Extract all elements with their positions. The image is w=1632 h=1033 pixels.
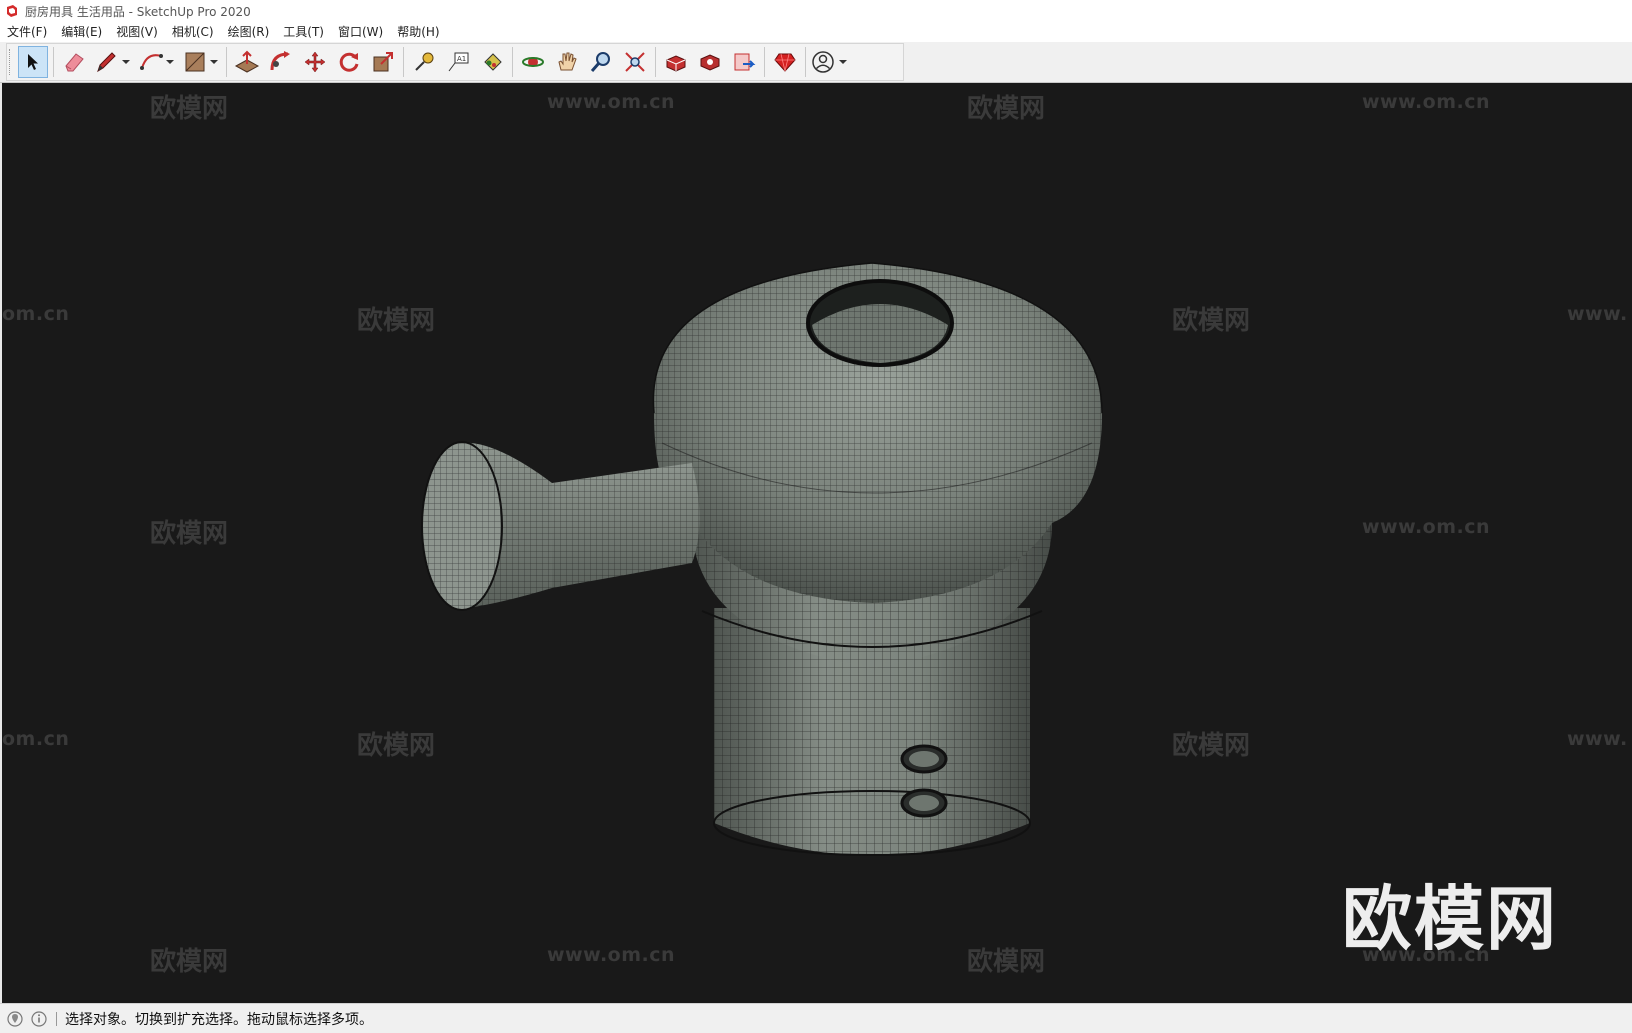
large-tool-set: A1 xyxy=(6,43,904,81)
scale-tool-button[interactable] xyxy=(368,46,398,78)
toolbar-grip[interactable] xyxy=(9,49,13,75)
watermark-brand-large: 欧模网 xyxy=(1342,878,1558,960)
3d-warehouse-button[interactable] xyxy=(661,46,691,78)
menu-file[interactable]: 文件(F) xyxy=(0,22,54,42)
account-button[interactable] xyxy=(811,46,851,78)
toolbar-separator xyxy=(512,47,513,77)
arc-tool-button[interactable] xyxy=(137,46,177,78)
toolbar-separator xyxy=(805,47,806,77)
pencil-tool-button[interactable] xyxy=(93,46,133,78)
ruby-console-button[interactable] xyxy=(770,46,800,78)
extension-warehouse-icon xyxy=(700,54,720,71)
modeling-viewport[interactable]: 欧模网 www.om.cn 欧模网 www.om.cn om.cn 欧模网 欧模… xyxy=(0,83,1632,1003)
status-separator xyxy=(56,1011,57,1026)
paint-bucket-tool-button[interactable] xyxy=(477,46,507,78)
pan-icon xyxy=(558,52,577,71)
tape-measure-tool-button[interactable] xyxy=(409,46,439,78)
menu-edit[interactable]: 编辑(E) xyxy=(54,22,109,42)
svg-text:A1: A1 xyxy=(457,55,466,63)
rotate-icon xyxy=(339,52,359,72)
status-bar: 选择对象。切换到扩充选择。拖动鼠标选择多项。 xyxy=(0,1003,1632,1033)
menu-camera[interactable]: 相机(C) xyxy=(165,22,221,42)
zoom-tool-button[interactable] xyxy=(586,46,616,78)
menu-bar: 文件(F) 编辑(E) 视图(V) 相机(C) 绘图(R) 工具(T) 窗口(W… xyxy=(0,22,1632,42)
menu-help[interactable]: 帮助(H) xyxy=(390,22,446,42)
move-tool-button[interactable] xyxy=(300,46,330,78)
title-bar: 厨房用具 生活用品 - SketchUp Pro 2020 xyxy=(0,0,1632,22)
follow-me-icon xyxy=(270,51,290,71)
toolbar-separator xyxy=(403,47,404,77)
move-icon xyxy=(304,51,326,73)
teapot-spout xyxy=(421,441,700,611)
ruby-icon xyxy=(774,53,796,72)
toolbar-separator xyxy=(226,47,227,77)
toolbar: A1 xyxy=(0,42,1632,83)
sketchup-logo-icon xyxy=(7,5,17,17)
layout-icon xyxy=(734,53,756,71)
geo-location-icon[interactable] xyxy=(6,1010,24,1028)
zoom-extents-tool-button[interactable] xyxy=(620,46,650,78)
orbit-icon xyxy=(522,57,544,67)
toolbar-separator xyxy=(53,47,54,77)
menu-window[interactable]: 窗口(W) xyxy=(331,22,390,42)
menu-tools[interactable]: 工具(T) xyxy=(276,22,331,42)
toolbar-separator xyxy=(764,47,765,77)
status-message: 选择对象。切换到扩充选择。拖动鼠标选择多项。 xyxy=(65,1011,373,1028)
eraser-tool-button[interactable] xyxy=(59,46,89,78)
info-icon[interactable] xyxy=(30,1010,48,1028)
menu-draw[interactable]: 绘图(R) xyxy=(221,22,277,42)
menu-view[interactable]: 视图(V) xyxy=(109,22,165,42)
zoom-icon xyxy=(590,52,610,72)
warehouse-icon xyxy=(666,55,686,72)
account-icon xyxy=(812,51,847,73)
pencil-icon xyxy=(97,52,130,73)
shape-icon xyxy=(185,52,218,72)
rotate-tool-button[interactable] xyxy=(334,46,364,78)
text-tool-button[interactable]: A1 xyxy=(443,46,473,78)
text-icon: A1 xyxy=(448,52,469,72)
send-to-layout-button[interactable] xyxy=(729,46,759,78)
push-pull-tool-button[interactable] xyxy=(232,46,262,78)
select-tool-button[interactable] xyxy=(18,46,48,78)
orbit-tool-button[interactable] xyxy=(518,46,548,78)
window-title: 厨房用具 生活用品 - SketchUp Pro 2020 xyxy=(25,4,251,19)
shape-tool-button[interactable] xyxy=(181,46,221,78)
scale-icon xyxy=(373,52,393,72)
follow-me-tool-button[interactable] xyxy=(266,46,296,78)
push-pull-icon xyxy=(234,50,260,73)
arc-icon xyxy=(140,54,174,70)
extension-warehouse-button[interactable] xyxy=(695,46,725,78)
paint-bucket-icon xyxy=(484,53,502,71)
toolbar-separator xyxy=(655,47,656,77)
eraser-icon xyxy=(65,53,84,72)
pot-body xyxy=(652,262,1103,668)
select-icon xyxy=(28,54,38,70)
pan-tool-button[interactable] xyxy=(552,46,582,78)
tape-measure-icon xyxy=(415,52,434,71)
zoom-extents-icon xyxy=(625,52,645,72)
